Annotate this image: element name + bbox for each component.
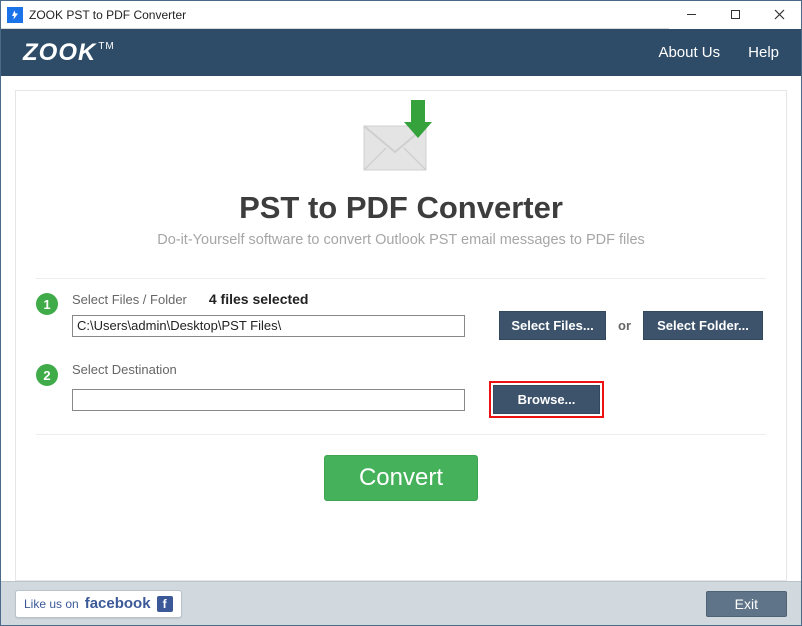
page-subtitle: Do-it-Yourself software to convert Outlo…: [36, 232, 766, 248]
window-controls: [669, 1, 801, 29]
browse-highlight: Browse...: [489, 381, 604, 418]
select-files-button[interactable]: Select Files...: [499, 311, 606, 340]
facebook-button[interactable]: Like us on facebook f: [15, 590, 182, 618]
facebook-brand: facebook: [85, 595, 151, 612]
brand-logo: ZOOKTM: [23, 39, 115, 67]
step-2-badge: 2: [36, 364, 58, 386]
convert-row: Convert: [36, 435, 766, 505]
files-selected-count: 4 files selected: [209, 291, 309, 307]
browse-button[interactable]: Browse...: [493, 385, 600, 414]
hero: PST to PDF Converter Do-it-Yourself soft…: [36, 103, 766, 248]
divider: [36, 278, 766, 279]
step-2-row: 2 Select Destination Browse...: [36, 358, 766, 426]
page-title: PST to PDF Converter: [36, 190, 766, 226]
window-titlebar: ZOOK PST to PDF Converter: [1, 1, 801, 29]
exit-button[interactable]: Exit: [706, 591, 787, 617]
content-area: PST to PDF Converter Do-it-Yourself soft…: [1, 76, 801, 581]
envelope-download-icon: [356, 103, 446, 178]
footer: Like us on facebook f Exit: [1, 581, 801, 625]
minimize-button[interactable]: [669, 1, 713, 29]
destination-path-input[interactable]: [72, 389, 465, 411]
trademark: TM: [98, 41, 114, 52]
main-panel: PST to PDF Converter Do-it-Yourself soft…: [15, 90, 787, 581]
app-header: ZOOKTM About Us Help: [1, 29, 801, 76]
select-folder-button[interactable]: Select Folder...: [643, 311, 763, 340]
step-1-label: Select Files / Folder: [72, 292, 187, 307]
brand-logo-text: ZOOK: [23, 39, 96, 66]
facebook-prefix: Like us on: [24, 597, 79, 611]
header-nav: About Us Help: [658, 44, 779, 61]
maximize-button[interactable]: [713, 1, 757, 29]
close-button[interactable]: [757, 1, 801, 29]
convert-button[interactable]: Convert: [324, 455, 478, 501]
app-icon: [7, 7, 23, 23]
facebook-icon: f: [157, 596, 173, 612]
about-us-link[interactable]: About Us: [658, 44, 720, 61]
or-label: or: [618, 318, 631, 333]
step-1-badge: 1: [36, 293, 58, 315]
help-link[interactable]: Help: [748, 44, 779, 61]
step-1-row: 1 Select Files / Folder 4 files selected…: [36, 287, 766, 348]
window-title: ZOOK PST to PDF Converter: [29, 8, 186, 22]
source-path-input[interactable]: [72, 315, 465, 337]
step-2-label: Select Destination: [72, 362, 177, 377]
